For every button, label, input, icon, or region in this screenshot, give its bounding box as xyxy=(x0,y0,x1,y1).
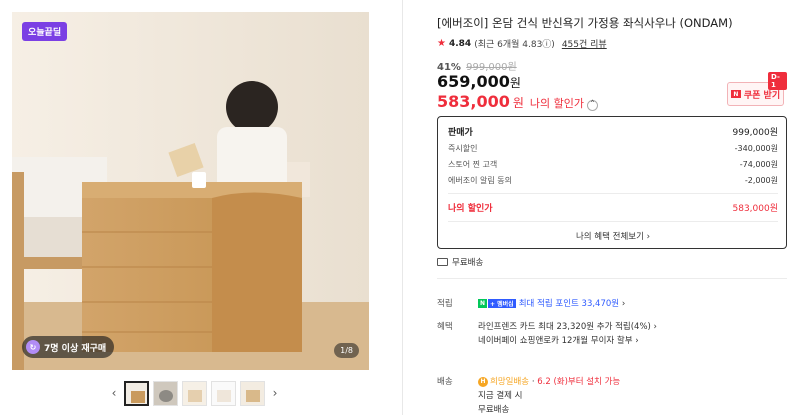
sale-price-value: 659,000 xyxy=(437,72,510,91)
product-main-image[interactable]: 오늘끝딜 ↻ 7명 이상 재구매 1/8 xyxy=(12,12,369,370)
breakdown-my-label: 나의 할인가 xyxy=(448,204,493,214)
thumb-next-arrow-icon[interactable]: › xyxy=(269,381,281,405)
points-text: 최대 적립 포인트 33,470원 xyxy=(518,299,620,309)
breakdown-sale-label: 판매가 xyxy=(448,128,473,138)
delivery-label: 배송 xyxy=(437,377,453,387)
naver-membership-badge: N + 멤버십 xyxy=(478,299,516,308)
thumbnail-4[interactable] xyxy=(211,380,236,406)
all-benefits-link[interactable]: 나의 혜택 전체보기 › xyxy=(438,230,788,242)
breakdown-row-label: 스토어 찐 고객 xyxy=(448,160,498,169)
chevron-up-icon[interactable]: ˄ xyxy=(587,99,599,111)
benefits-label: 혜택 xyxy=(437,322,453,332)
thumbnail-2[interactable] xyxy=(153,380,178,406)
hope-delivery-text: 희망일배송 xyxy=(490,377,530,387)
rating-detail[interactable]: (최근 6개월 4.83ⓘ) xyxy=(474,37,555,50)
breakdown-row: 에버조이 알림 동의 -2,000원 xyxy=(448,175,778,186)
shipping-row: 무료배송 xyxy=(437,256,483,268)
npay-installment-link[interactable]: 네이버페이 쇼핑앤로카 12개월 무이자 할부 › xyxy=(478,334,639,346)
product-title: [에버조이] 온담 건식 반신욕기 가정용 좌식사우나 (ONDAM) xyxy=(437,16,733,30)
breakdown-my-value: 583,000원 xyxy=(732,204,779,214)
hope-delivery-icon: H xyxy=(478,376,488,387)
image-counter: 1/8 xyxy=(334,343,359,358)
delivery-row[interactable]: H 희망일배송 · 6.2 (화)부터 설치 가능 xyxy=(478,375,620,387)
price-breakdown-box: 판매가 999,000원 즉시할인 -340,000원 스토어 찐 고객 -74… xyxy=(437,116,787,249)
breakdown-row: 즉시할인 -340,000원 xyxy=(448,143,778,154)
my-price-unit: 원 xyxy=(512,96,524,110)
rating-row: ★ 4.84 (최근 6개월 4.83ⓘ) 455건 리뷰 xyxy=(437,37,607,50)
breakdown-row-label: 즉시할인 xyxy=(448,144,478,153)
breakdown-sale-value: 999,000원 xyxy=(732,128,779,138)
delivery-separator: · xyxy=(531,377,535,387)
star-icon: ★ xyxy=(437,38,446,49)
dday-badge: D-1 xyxy=(768,72,787,90)
my-price-label: 나의 할인가 xyxy=(529,97,585,110)
product-photo xyxy=(12,12,369,370)
thumbnail-3[interactable] xyxy=(182,380,207,406)
shipping-label: 무료배송 xyxy=(452,258,484,268)
repurchase-icon: ↻ xyxy=(26,340,40,354)
naver-n-icon: N xyxy=(478,299,487,308)
sale-price: 659,000원 xyxy=(437,72,521,91)
breakdown-separator xyxy=(448,221,778,222)
breakdown-row-label: 에버조이 알림 동의 xyxy=(448,176,512,185)
breakdown-row-value: -2,000원 xyxy=(744,176,778,185)
rating-score: 4.84 xyxy=(448,38,472,49)
sale-price-unit: 원 xyxy=(509,76,521,90)
chevron-right-icon: › xyxy=(621,299,626,309)
delivery-payment-note: 지금 결제 시 xyxy=(478,391,523,401)
truck-icon xyxy=(437,258,448,266)
discount-line: 41% 999,000원 xyxy=(437,58,517,73)
thumbnail-5[interactable] xyxy=(240,380,265,406)
thumb-prev-arrow-icon[interactable]: ‹ xyxy=(108,381,120,405)
membership-plus-badge: + 멤버십 xyxy=(488,299,516,308)
breakdown-sale-row: 판매가 999,000원 xyxy=(448,125,778,138)
breakdown-row-value: -74,000원 xyxy=(739,160,778,169)
thumbnail-1[interactable] xyxy=(124,380,149,406)
breakdown-separator xyxy=(448,193,778,194)
delivery-free: 무료배송 xyxy=(478,405,510,415)
column-divider xyxy=(402,0,403,415)
thumbnail-strip: ‹ › xyxy=(108,380,281,406)
breakdown-row: 스토어 찐 고객 -74,000원 xyxy=(448,159,778,170)
breakdown-row-value: -340,000원 xyxy=(734,144,778,153)
install-date: 6.2 (화)부터 설치 가능 xyxy=(537,377,621,387)
repurchase-text: 7명 이상 재구매 xyxy=(44,343,107,354)
section-divider xyxy=(437,278,787,279)
breakdown-my-row: 나의 할인가 583,000원 xyxy=(448,201,778,214)
today-deal-badge: 오늘끝딜 xyxy=(22,22,68,41)
points-row[interactable]: N + 멤버십 최대 적립 포인트 33,470원 › xyxy=(478,297,625,309)
repurchase-badge: ↻ 7명 이상 재구매 xyxy=(22,336,115,358)
review-count-link[interactable]: 455건 리뷰 xyxy=(562,37,607,50)
my-discount-price[interactable]: 583,000 원 나의 할인가 ˄ xyxy=(437,92,599,111)
card-benefit-link[interactable]: 라인프렌즈 카드 최대 23,320원 추가 적립(4%) › xyxy=(478,320,657,332)
points-label: 적립 xyxy=(437,299,453,309)
coupon-icon: N xyxy=(730,90,741,98)
my-price-value: 583,000 xyxy=(437,92,510,111)
